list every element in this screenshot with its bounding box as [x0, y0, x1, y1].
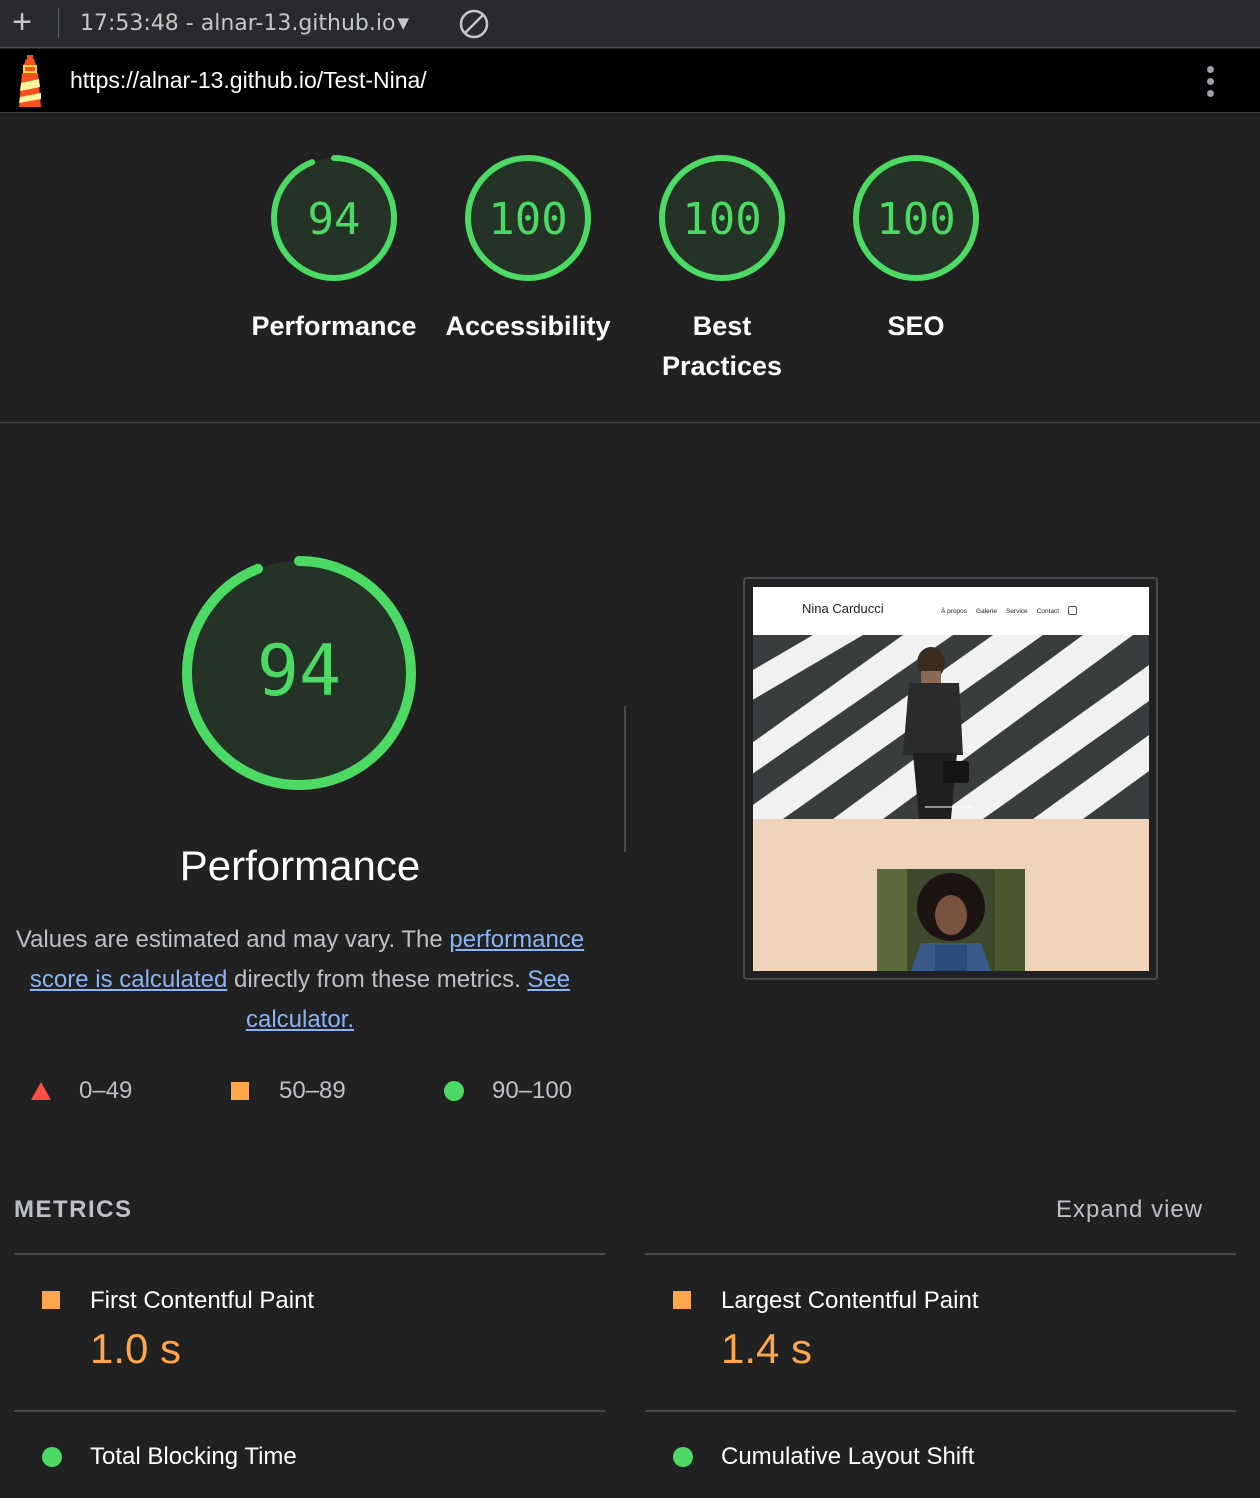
metric-label: First Contentful Paint	[90, 1287, 315, 1314]
gauge-label: Performance	[251, 311, 417, 341]
gauge-accessibility[interactable]: 100 Accessibility	[438, 152, 618, 346]
metric-value: 1.4 s	[721, 1325, 813, 1372]
report-selector[interactable]: 17:53:48 - alnar-13.github.io ▼	[80, 8, 409, 38]
legend-pass: 90–100	[443, 1074, 583, 1108]
gauge-label: Accessibility	[445, 311, 611, 341]
metric-cls: Cumulative Layout Shift	[673, 1443, 1233, 1498]
metrics-divider	[645, 1410, 1236, 1412]
metrics-divider	[645, 1253, 1236, 1255]
gauge-score: 100	[682, 194, 761, 245]
gauge-ring-icon: 100	[465, 155, 591, 281]
section-divider	[624, 706, 626, 852]
metric-fcp: First Contentful Paint 1.0 s	[42, 1287, 602, 1397]
final-screenshot[interactable]: Nina Carducci À propos Galerie Service Cont…	[743, 577, 1158, 980]
metrics-divider	[14, 1410, 605, 1412]
report-selector-label: 17:53:48 - alnar-13.github.io	[80, 11, 396, 36]
legend-average: 50–89	[230, 1074, 370, 1108]
metric-lcp: Largest Contentful Paint 1.4 s	[673, 1287, 1233, 1397]
circle-icon	[444, 1081, 464, 1101]
site-nav-item: Service	[1006, 608, 1028, 615]
portrait-photo	[877, 869, 1025, 971]
metric-label: Total Blocking Time	[90, 1443, 297, 1470]
instagram-icon	[1068, 606, 1078, 615]
gauge-label: Best Practices	[661, 311, 783, 381]
gauge-seo[interactable]: 100 SEO	[826, 152, 1006, 346]
gauge-ring-icon: 100	[853, 155, 979, 281]
metrics-divider	[14, 1253, 605, 1255]
metric-label: Cumulative Layout Shift	[721, 1443, 975, 1470]
square-icon	[231, 1082, 249, 1100]
metric-tbt: Total Blocking Time	[42, 1443, 602, 1498]
gauge-score: 100	[876, 194, 955, 245]
performance-gauge: 94	[182, 556, 416, 790]
site-nav: À propos Galerie Service Contact	[941, 606, 1086, 615]
url-bar: https://alnar-13.github.io/Test-Nina/	[0, 49, 1260, 113]
description-text: Values are estimated and may vary. The	[15, 926, 450, 953]
gauge-performance[interactable]: 94 Performance	[244, 152, 424, 346]
clear-icon[interactable]	[458, 8, 490, 40]
gauge-label: SEO	[887, 311, 945, 341]
legend-label: 90–100	[492, 1077, 573, 1104]
screenshot-image: Nina Carducci À propos Galerie Service Cont…	[753, 587, 1149, 971]
circle-icon	[42, 1447, 62, 1467]
hero-photo	[753, 635, 1149, 819]
site-header: Nina Carducci À propos Galerie Service Cont…	[753, 587, 1149, 635]
performance-title: Performance	[179, 842, 421, 889]
gauge-score: 94	[308, 194, 361, 245]
metric-value: 1.0 s	[90, 1325, 182, 1372]
gauge-ring-icon: 94	[271, 155, 397, 281]
site-nav-item: À propos	[941, 608, 968, 615]
circle-icon	[673, 1447, 693, 1467]
legend-label: 0–49	[79, 1077, 133, 1104]
gauge-best-practices[interactable]: 100 Best Practices	[632, 152, 812, 386]
devtools-toolbar: + 17:53:48 - alnar-13.github.io ▼	[0, 0, 1260, 48]
toolbar-separator	[58, 8, 59, 38]
square-icon	[673, 1291, 691, 1309]
page-url[interactable]: https://alnar-13.github.io/Test-Nina/	[70, 67, 427, 94]
new-report-button[interactable]: +	[8, 5, 36, 40]
triangle-icon	[31, 1082, 51, 1100]
site-name: Nina Carducci	[802, 601, 884, 616]
lighthouse-logo-icon	[19, 55, 41, 107]
legend-label: 50–89	[279, 1077, 346, 1104]
metrics-heading: METRICS	[14, 1196, 133, 1223]
site-nav-item: Contact	[1036, 608, 1060, 615]
performance-description: Values are estimated and may vary. The p…	[0, 920, 600, 1040]
expand-view-button[interactable]: Expand view	[1056, 1196, 1203, 1224]
category-gauges: 94 Performance 100 Accessibility 100 Bes…	[0, 114, 1260, 423]
caret-down-icon: ▼	[397, 14, 409, 32]
performance-score: 94	[257, 630, 341, 712]
more-options-icon[interactable]	[1198, 63, 1222, 99]
gauge-ring-icon: 100	[659, 155, 785, 281]
metric-label: Largest Contentful Paint	[721, 1287, 979, 1314]
site-nav-item: Galerie	[976, 608, 997, 615]
description-text: directly from these metrics.	[227, 966, 528, 993]
square-icon	[42, 1291, 60, 1309]
legend-fail: 0–49	[30, 1074, 170, 1108]
gauge-score: 100	[488, 194, 567, 245]
